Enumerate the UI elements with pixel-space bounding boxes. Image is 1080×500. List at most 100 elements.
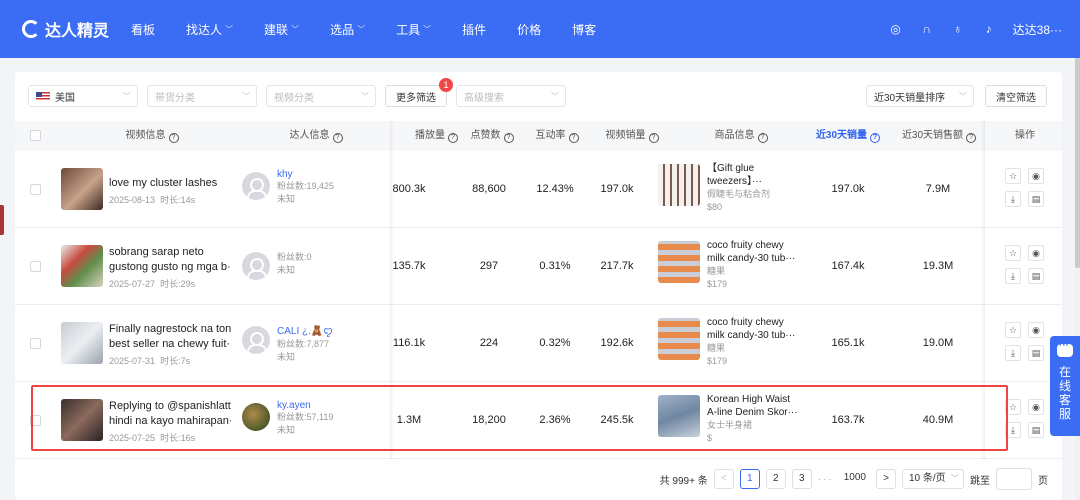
row-checkbox[interactable]	[30, 184, 41, 195]
document-icon[interactable]: ▤	[1028, 268, 1044, 284]
video-thumbnail[interactable]	[61, 399, 103, 441]
download-icon[interactable]: ⤓	[1005, 268, 1021, 284]
eye-icon[interactable]: ◉	[1028, 245, 1044, 261]
video-title[interactable]: sobrang sarap neto	[109, 245, 231, 260]
star-icon[interactable]: ☆	[1005, 322, 1021, 338]
nav-item-dashboard[interactable]: 看板	[131, 21, 155, 38]
nav-item-pricing[interactable]: 价格	[517, 21, 541, 38]
page-button-last[interactable]: 1000	[839, 469, 870, 489]
product-title[interactable]: coco fruity chewy	[707, 239, 799, 252]
video-title-line2[interactable]: gustong gusto ng mga b···	[109, 260, 231, 275]
table-row[interactable]: Finally nagrestock na tong best seller n…	[15, 305, 1062, 382]
video-title-line2[interactable]: hindi na kayo mahirapan···	[109, 414, 231, 429]
video-title[interactable]: love my cluster lashes	[109, 176, 231, 191]
star-icon[interactable]: ☆	[1005, 245, 1021, 261]
eye-icon[interactable]: ◉	[1028, 168, 1044, 184]
document-icon[interactable]: ▤	[1028, 422, 1044, 438]
brand-logo[interactable]: 达人精灵	[22, 17, 109, 41]
nav-item-products[interactable]: 选品 ﹀	[330, 21, 365, 38]
category-select[interactable]: 带货分类 ﹀	[147, 85, 257, 107]
row-checkbox[interactable]	[30, 338, 41, 349]
product-image[interactable]	[658, 395, 700, 437]
product-title[interactable]: Korean High Waist	[707, 393, 799, 406]
avatar[interactable]	[242, 252, 270, 280]
page-button-1[interactable]: 1	[739, 469, 760, 489]
table-row[interactable]: sobrang sarap neto gustong gusto ng mga …	[15, 228, 1062, 305]
row-checkbox[interactable]	[30, 261, 41, 272]
product-title[interactable]: 【Gift glue	[707, 162, 799, 175]
product-title-line2[interactable]: milk candy-30 tub···	[707, 329, 799, 342]
video-title[interactable]: Replying to @spanishlatte	[109, 399, 231, 414]
video-title[interactable]: Finally nagrestock na tong	[109, 322, 231, 337]
table-row[interactable]: love my cluster lashes 2025-08-13 时长:14s…	[15, 151, 1062, 228]
eye-icon[interactable]: ◉	[1028, 322, 1044, 338]
eye-icon[interactable]: ◉	[1028, 399, 1044, 415]
video-category-select[interactable]: 视频分类 ﹀	[266, 85, 376, 107]
headset-icon[interactable]: ∩	[920, 22, 934, 36]
frozen-column-shadow-left	[390, 121, 394, 459]
product-category: 糖果	[707, 266, 726, 276]
page-button-3[interactable]: 3	[791, 469, 812, 489]
globe-icon[interactable]: ◎	[889, 22, 903, 36]
page-scrollbar-thumb[interactable]	[1075, 58, 1080, 268]
online-support-button[interactable]: 在线客服	[1050, 336, 1080, 436]
page-ellipsis[interactable]: ···	[818, 474, 834, 485]
nav-item-blog[interactable]: 博客	[572, 21, 596, 38]
clear-filters-button[interactable]: 清空筛选	[985, 85, 1047, 107]
product-title[interactable]: coco fruity chewy	[707, 316, 799, 329]
product-image[interactable]	[658, 318, 700, 360]
avatar[interactable]	[242, 326, 270, 354]
video-duration: 时长:29s	[160, 279, 196, 289]
help-icon: ?	[648, 133, 659, 143]
download-icon[interactable]: ⤓	[1005, 345, 1021, 361]
nav-item-plugin[interactable]: 插件	[462, 21, 486, 38]
bell-icon[interactable]: ♪	[982, 22, 996, 36]
th-sales-30d[interactable]: 近30天销量?	[808, 121, 888, 151]
avatar[interactable]	[242, 403, 270, 431]
video-thumbnail[interactable]	[61, 322, 103, 364]
nav-item-find-influencer[interactable]: 找达人 ﹀	[186, 21, 233, 38]
page-size-select[interactable]: 10 条/页 ﹀	[902, 469, 964, 489]
product-image[interactable]	[658, 241, 700, 283]
download-icon[interactable]: ⤓	[1005, 422, 1021, 438]
product-title-line2[interactable]: A-line Denim Skor···	[707, 406, 799, 419]
th-engagement[interactable]: 互动率?	[517, 121, 597, 151]
likes-value: 224	[479, 337, 499, 349]
video-thumbnail[interactable]	[61, 245, 103, 287]
chevron-down-icon: ﹀	[423, 24, 432, 34]
th-revenue-30d[interactable]: 近30天销售额?	[893, 121, 985, 151]
user-name[interactable]: 达达38···	[1013, 21, 1062, 38]
document-icon[interactable]: ▤	[1028, 345, 1044, 361]
th-plays[interactable]: 播放量?	[392, 121, 458, 151]
product-title-line2[interactable]: tweezers】···	[707, 175, 799, 188]
influencer-name[interactable]: ky.ayen	[277, 400, 333, 411]
nav-item-outreach[interactable]: 建联 ﹀	[264, 21, 299, 38]
advanced-search-select[interactable]: 高级搜索 ﹀	[456, 85, 566, 107]
select-all-checkbox[interactable]	[30, 130, 41, 141]
video-title-line2[interactable]: best seller na chewy fuit···	[109, 337, 231, 352]
product-image[interactable]	[658, 164, 700, 206]
table-row[interactable]: Replying to @spanishlatte hindi na kayo …	[15, 382, 1062, 459]
prev-page-button[interactable]: <	[713, 469, 734, 489]
bulb-icon[interactable]: ♁	[951, 22, 965, 36]
next-page-button[interactable]: >	[876, 469, 896, 489]
country-select[interactable]: 美国 ﹀	[28, 85, 138, 107]
avatar[interactable]	[242, 172, 270, 200]
star-icon[interactable]: ☆	[1005, 399, 1021, 415]
product-title-line2[interactable]: milk candy-30 tub···	[707, 252, 799, 265]
jump-page-input[interactable]	[996, 468, 1032, 490]
row-checkbox[interactable]	[30, 415, 41, 426]
influencer-name[interactable]: CALI ¿.🧸ꨄ	[277, 323, 333, 338]
star-icon[interactable]: ☆	[1005, 168, 1021, 184]
sort-select[interactable]: 近30天销量排序 ﹀	[866, 85, 974, 107]
video-thumbnail[interactable]	[61, 168, 103, 210]
document-icon[interactable]: ▤	[1028, 191, 1044, 207]
more-filters-button[interactable]: 更多筛选 1	[385, 78, 453, 107]
video-sales-value: 245.5k	[600, 414, 634, 426]
download-icon[interactable]: ⤓	[1005, 191, 1021, 207]
th-video-sales[interactable]: 视频销量?	[587, 121, 677, 151]
influencer-name[interactable]: khy	[277, 169, 334, 180]
logo-icon	[22, 20, 40, 38]
nav-item-tools[interactable]: 工具 ﹀	[396, 21, 431, 38]
page-button-2[interactable]: 2	[765, 469, 786, 489]
